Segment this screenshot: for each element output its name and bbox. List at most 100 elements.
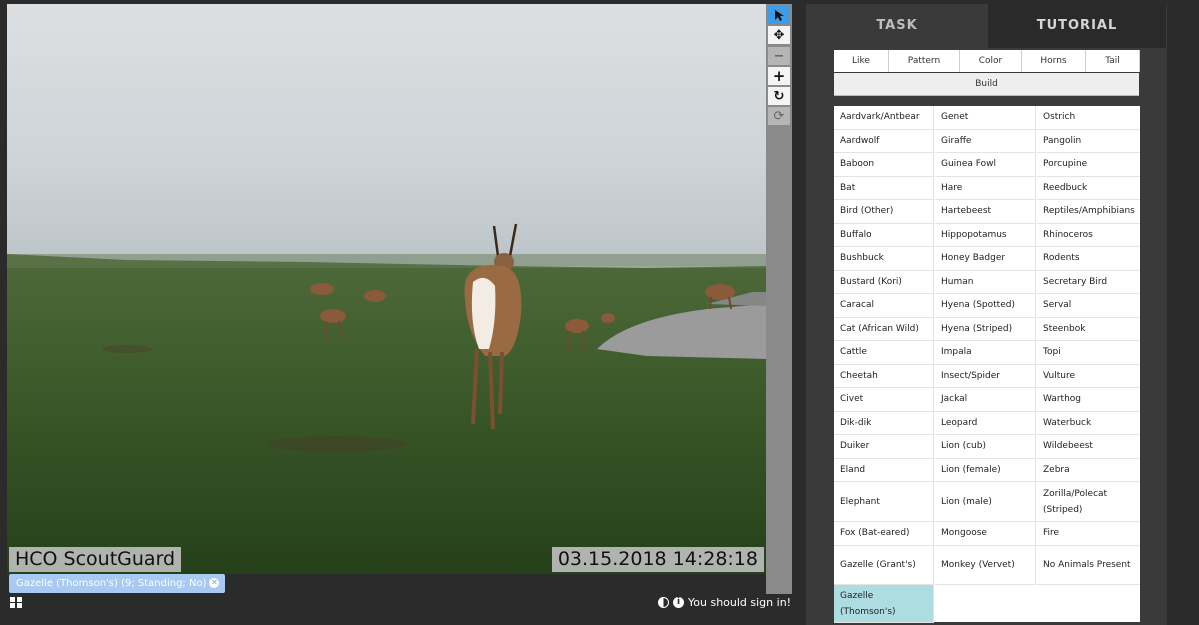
species-choice[interactable]: Steenbok xyxy=(1037,317,1140,341)
species-choice[interactable]: Rodents xyxy=(1037,247,1140,271)
species-choice[interactable]: Fox (Bat-eared) xyxy=(834,522,934,546)
camera-label: HCO ScoutGuard xyxy=(9,547,182,572)
species-choice[interactable]: Cat (African Wild) xyxy=(834,317,934,341)
species-choice-label: Leopard xyxy=(941,417,978,428)
savanna-photo xyxy=(7,4,766,574)
filter-tail[interactable]: Tail xyxy=(1086,50,1140,72)
species-choice[interactable]: No Animals Present xyxy=(1037,545,1140,585)
species-choice[interactable]: Leopard xyxy=(935,411,1036,435)
species-choice-label: Secretary Bird xyxy=(1043,276,1108,287)
species-choice-label: Eland xyxy=(840,464,866,475)
species-choice-label: Genet xyxy=(941,112,969,123)
species-choice-label: Lion (female) xyxy=(941,464,1001,475)
species-choice[interactable]: Impala xyxy=(935,341,1036,365)
species-choice-label: Jackal xyxy=(941,394,968,405)
species-choice[interactable]: Cattle xyxy=(834,341,934,365)
cursor-arrow-icon xyxy=(774,9,784,21)
zoom-out-button[interactable]: − xyxy=(768,47,790,65)
pointer-tool-button[interactable] xyxy=(768,6,790,24)
contrast-icon[interactable] xyxy=(658,597,669,608)
filter-pattern[interactable]: Pattern xyxy=(889,50,960,72)
species-choice-label: Reptiles/Amphibians xyxy=(1043,206,1135,217)
species-choice[interactable]: Warthog xyxy=(1037,388,1140,412)
species-choice[interactable]: Reptiles/Amphibians xyxy=(1037,200,1140,224)
species-choice[interactable]: Hyena (Striped) xyxy=(935,317,1036,341)
species-choice[interactable]: Cheetah xyxy=(834,364,934,388)
species-choice[interactable]: Wildebeest xyxy=(1037,435,1140,459)
species-choice[interactable]: Bird (Other) xyxy=(834,200,934,224)
species-choice[interactable]: Caracal xyxy=(834,294,934,318)
species-choice[interactable]: Honey Badger xyxy=(935,247,1036,271)
species-choice[interactable]: Topi xyxy=(1037,341,1140,365)
species-choice[interactable]: Hartebeest xyxy=(935,200,1036,224)
species-choice[interactable]: Fire xyxy=(1037,522,1140,546)
species-choice[interactable]: Reedbuck xyxy=(1037,176,1140,200)
species-choice-label: Hyena (Spotted) xyxy=(941,300,1015,311)
annotation-chip-label: Gazelle (Thomson's) (9; Standing; No) xyxy=(16,578,207,589)
species-choice[interactable]: Mongoose xyxy=(935,522,1036,546)
reset-button[interactable]: ⟳ xyxy=(768,107,790,125)
species-choice[interactable]: Genet xyxy=(935,106,1036,130)
species-choice-label: Hippopotamus xyxy=(941,229,1007,240)
species-choice[interactable]: Jackal xyxy=(935,388,1036,412)
species-choice[interactable]: Aardvark/Antbear xyxy=(834,106,934,130)
annotation-chip[interactable]: Gazelle (Thomson's) (9; Standing; No) ✕ xyxy=(9,574,226,593)
species-choice[interactable]: Monkey (Vervet) xyxy=(935,545,1036,585)
filter-like[interactable]: Like xyxy=(834,50,889,72)
rotate-button[interactable]: ↻ xyxy=(768,87,790,105)
species-choice[interactable]: Civet xyxy=(834,388,934,412)
species-choice-label: Reedbuck xyxy=(1043,182,1088,193)
species-choice-label: Waterbuck xyxy=(1043,417,1092,428)
species-choice[interactable]: Duiker xyxy=(834,435,934,459)
species-choice[interactable]: Bushbuck xyxy=(834,247,934,271)
species-choice[interactable]: Zebra xyxy=(1037,458,1140,482)
tab-tutorial[interactable]: TUTORIAL xyxy=(988,4,1166,48)
species-choice[interactable]: Guinea Fowl xyxy=(935,153,1036,177)
species-choice[interactable]: Rhinoceros xyxy=(1037,223,1140,247)
remove-annotation-icon[interactable]: ✕ xyxy=(209,578,220,588)
subject-image[interactable]: HCO ScoutGuard 03.15.2018 14:28:18 xyxy=(7,4,766,574)
species-choice[interactable]: Aardwolf xyxy=(834,129,934,153)
species-choice[interactable]: Bustard (Kori) xyxy=(834,270,934,294)
tab-task[interactable]: TASK xyxy=(806,4,988,48)
species-choice[interactable]: Lion (cub) xyxy=(935,435,1036,459)
species-choice[interactable]: Hyena (Spotted) xyxy=(935,294,1036,318)
rotate-icon: ↻ xyxy=(773,88,785,104)
species-choice-label: Caracal xyxy=(840,300,874,311)
species-choice[interactable]: Ostrich xyxy=(1037,106,1140,130)
species-choice[interactable]: Gazelle (Grant's) xyxy=(834,545,934,585)
zoom-in-button[interactable]: + xyxy=(768,67,790,85)
species-choice[interactable]: Insect/Spider xyxy=(935,364,1036,388)
species-choice-label: Topi xyxy=(1043,347,1061,358)
move-arrows-icon: ✥ xyxy=(773,27,785,43)
species-choice[interactable]: Human xyxy=(935,270,1036,294)
species-choice-label: Vulture xyxy=(1043,370,1076,381)
footer-status: i You should sign in! xyxy=(658,596,791,609)
info-icon[interactable]: i xyxy=(673,597,684,608)
species-choice[interactable]: Lion (female) xyxy=(935,458,1036,482)
species-choice[interactable]: Hippopotamus xyxy=(935,223,1036,247)
species-choice[interactable]: Bat xyxy=(834,176,934,200)
filter-color[interactable]: Color xyxy=(960,50,1022,72)
grid-view-icon[interactable] xyxy=(10,597,23,609)
filter-build[interactable]: Build xyxy=(834,73,1139,96)
species-choice[interactable]: Pangolin xyxy=(1037,129,1140,153)
species-choice[interactable]: Waterbuck xyxy=(1037,411,1140,435)
species-choice[interactable]: Porcupine xyxy=(1037,153,1140,177)
species-choice[interactable]: Buffalo xyxy=(834,223,934,247)
species-choice[interactable]: Dik-dik xyxy=(834,411,934,435)
species-choice[interactable]: Vulture xyxy=(1037,364,1140,388)
species-choice[interactable]: Elephant xyxy=(834,482,934,522)
species-choice[interactable]: Serval xyxy=(1037,294,1140,318)
move-tool-button[interactable]: ✥ xyxy=(768,26,790,44)
species-choice[interactable]: Secretary Bird xyxy=(1037,270,1140,294)
species-choice[interactable]: Gazelle (Thomson's) xyxy=(834,585,934,623)
species-choice[interactable]: Baboon xyxy=(834,153,934,177)
species-choice[interactable]: Giraffe xyxy=(935,129,1036,153)
species-choice[interactable]: Eland xyxy=(834,458,934,482)
plus-icon: + xyxy=(772,67,786,85)
species-choice[interactable]: Hare xyxy=(935,176,1036,200)
species-choice[interactable]: Zorilla/Polecat (Striped) xyxy=(1037,482,1140,522)
filter-horns[interactable]: Horns xyxy=(1022,50,1086,72)
species-choice[interactable]: Lion (male) xyxy=(935,482,1036,522)
